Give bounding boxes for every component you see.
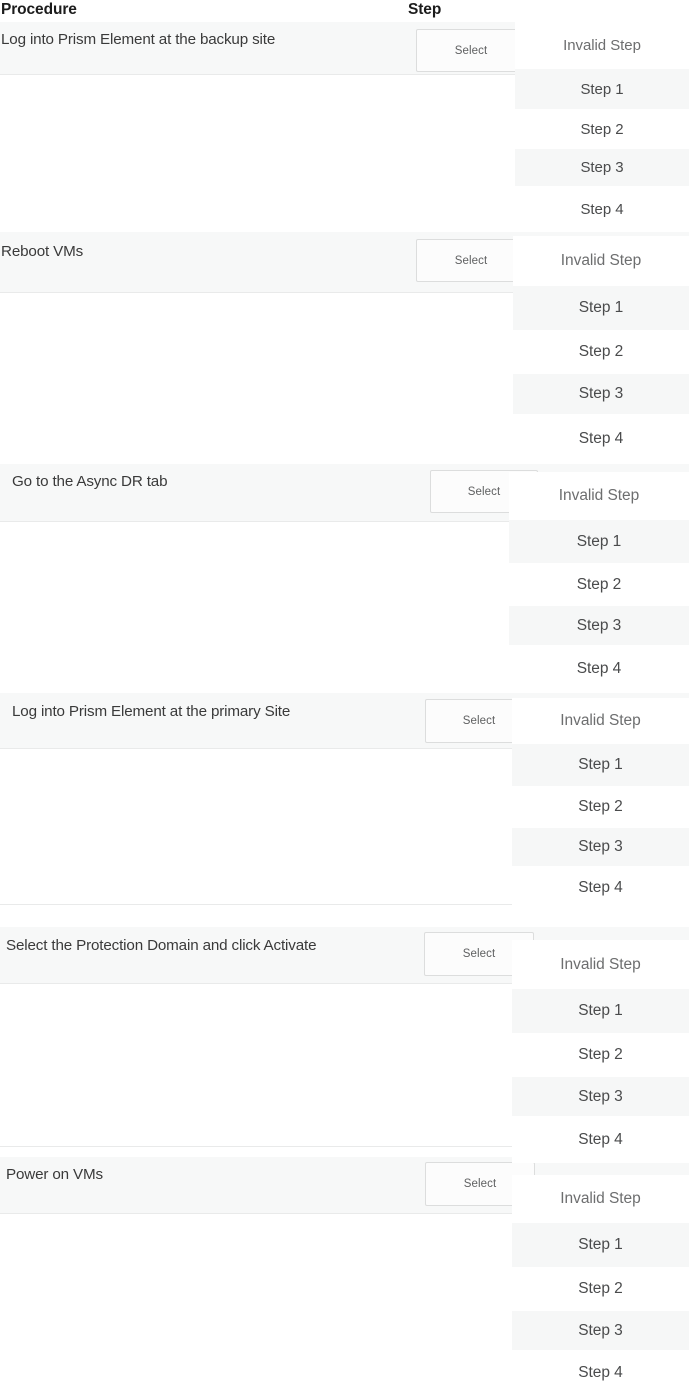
step-dropdown-menu[interactable]: Invalid Step Step 1 Step 2 Step 3 Step 4 — [512, 940, 689, 1163]
dropdown-option[interactable]: Invalid Step — [509, 472, 689, 520]
dropdown-option[interactable]: Step 4 — [512, 1116, 689, 1163]
dropdown-option[interactable]: Step 2 — [512, 1033, 689, 1077]
step-dropdown-menu[interactable]: Invalid Step Step 1 Step 2 Step 3 Step 4 — [509, 472, 689, 693]
select-button[interactable]: Select — [416, 29, 526, 72]
dropdown-option[interactable]: Step 3 — [509, 606, 689, 645]
dropdown-option[interactable]: Step 4 — [509, 645, 689, 693]
procedure-text: Log into Prism Element at the primary Si… — [12, 703, 291, 720]
dropdown-option[interactable]: Step 1 — [512, 989, 689, 1033]
step-dropdown-menu[interactable]: Invalid Step Step 1 Step 2 Step 3 Step 4 — [515, 22, 689, 232]
procedure-text: Go to the Async DR tab — [12, 473, 168, 490]
dropdown-option[interactable]: Step 4 — [512, 866, 689, 910]
dropdown-option[interactable]: Step 2 — [512, 1267, 689, 1311]
table-header: Procedure Step — [0, 0, 689, 22]
dropdown-option[interactable]: Step 1 — [515, 69, 689, 109]
step-dropdown-menu[interactable]: Invalid Step Step 1 Step 2 Step 3 Step 4 — [512, 1175, 689, 1395]
dropdown-option[interactable]: Step 2 — [513, 330, 689, 374]
dropdown-option[interactable]: Step 1 — [509, 520, 689, 563]
dropdown-option[interactable]: Step 4 — [513, 414, 689, 464]
dropdown-option[interactable]: Step 3 — [513, 374, 689, 414]
dropdown-option[interactable]: Step 1 — [513, 286, 689, 330]
dropdown-option[interactable]: Invalid Step — [512, 698, 689, 744]
dropdown-option[interactable]: Step 4 — [512, 1350, 689, 1395]
procedure-text: Power on VMs — [6, 1166, 103, 1183]
dropdown-option[interactable]: Step 3 — [512, 1311, 689, 1350]
procedure-text: Reboot VMs — [1, 243, 84, 260]
step-dropdown-menu[interactable]: Invalid Step Step 1 Step 2 Step 3 Step 4 — [513, 236, 689, 464]
dropdown-option[interactable]: Step 3 — [515, 149, 689, 186]
procedure-text: Select the Protection Domain and click A… — [6, 937, 317, 954]
dropdown-option[interactable]: Invalid Step — [513, 236, 689, 286]
dropdown-option[interactable]: Step 2 — [515, 109, 689, 149]
dropdown-option[interactable]: Step 4 — [515, 186, 689, 232]
dropdown-option[interactable]: Step 3 — [512, 1077, 689, 1116]
dropdown-option[interactable]: Step 2 — [512, 786, 689, 828]
dropdown-option[interactable]: Step 1 — [512, 1223, 689, 1267]
dropdown-option[interactable]: Invalid Step — [512, 1175, 689, 1223]
dropdown-option[interactable]: Step 3 — [512, 828, 689, 866]
column-header-step: Step — [408, 1, 442, 18]
dropdown-option[interactable]: Invalid Step — [512, 940, 689, 989]
procedure-text: Log into Prism Element at the backup sit… — [1, 31, 276, 48]
column-header-procedure: Procedure — [1, 1, 77, 18]
select-button[interactable]: Select — [416, 239, 526, 282]
dropdown-option[interactable]: Step 1 — [512, 744, 689, 786]
step-dropdown-menu[interactable]: Invalid Step Step 1 Step 2 Step 3 Step 4 — [512, 698, 689, 910]
dropdown-option[interactable]: Invalid Step — [515, 22, 689, 69]
dropdown-option[interactable]: Step 2 — [509, 563, 689, 606]
